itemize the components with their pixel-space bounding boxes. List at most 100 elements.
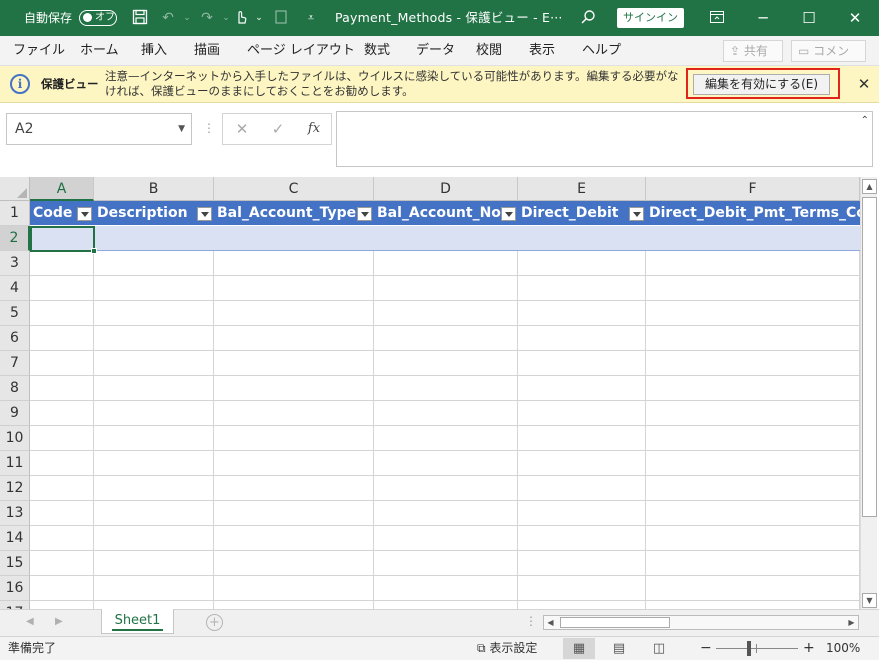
scroll-up-icon[interactable]: ▲ <box>862 179 877 194</box>
grid-cell[interactable] <box>518 351 646 376</box>
grid-cell[interactable] <box>94 426 214 451</box>
row-header-10[interactable]: 10 <box>0 426 30 451</box>
grid-cell[interactable] <box>94 301 214 326</box>
ribbon-display-options-icon[interactable] <box>694 0 740 36</box>
tab-insert[interactable]: 挿入 <box>141 36 167 66</box>
grid-cell[interactable] <box>214 301 374 326</box>
signin-button[interactable]: サインイン <box>617 8 684 28</box>
grid-cell[interactable] <box>518 401 646 426</box>
fill-handle[interactable] <box>91 248 97 254</box>
grid-cell[interactable] <box>646 251 860 276</box>
share-button[interactable]: ⇪ 共有 <box>723 40 783 62</box>
grid-cell[interactable] <box>214 476 374 501</box>
grid-cell[interactable] <box>214 451 374 476</box>
grid-cell[interactable] <box>518 601 646 609</box>
cancel-icon[interactable]: ✕ <box>229 114 255 144</box>
row-header-9[interactable]: 9 <box>0 401 30 426</box>
grid-cell[interactable] <box>374 501 518 526</box>
grid-cell[interactable] <box>646 426 860 451</box>
grid-cell[interactable] <box>30 551 94 576</box>
grid-cell[interactable] <box>646 376 860 401</box>
grid-cell[interactable] <box>94 526 214 551</box>
grid-cell[interactable] <box>30 451 94 476</box>
enter-icon[interactable]: ✓ <box>265 114 291 144</box>
grid-cell[interactable] <box>646 276 860 301</box>
grid-cell[interactable] <box>30 251 94 276</box>
grid-cell[interactable] <box>646 476 860 501</box>
grid-cell[interactable] <box>518 526 646 551</box>
grid-cell[interactable] <box>518 551 646 576</box>
grid-cell[interactable] <box>94 401 214 426</box>
grid-cell[interactable] <box>94 476 214 501</box>
touch-dropdown-icon[interactable]: ⌄ <box>250 9 268 27</box>
grid-cell[interactable] <box>94 451 214 476</box>
form-icon[interactable] <box>272 9 290 27</box>
row-header-7[interactable]: 7 <box>0 351 30 376</box>
zoom-level[interactable]: 100% <box>826 637 860 660</box>
row-header-13[interactable]: 13 <box>0 501 30 526</box>
tab-draw[interactable]: 描画 <box>194 36 220 66</box>
column-header-f[interactable]: F <box>646 177 860 201</box>
grid-cell[interactable] <box>374 426 518 451</box>
grid-cell[interactable] <box>518 251 646 276</box>
grid-cell[interactable] <box>518 301 646 326</box>
grid-cell[interactable] <box>94 501 214 526</box>
worksheet-grid[interactable]: A B C D E F 1 Code Description Bal_Account_Type Ba… <box>0 177 860 609</box>
grid-cell[interactable] <box>374 526 518 551</box>
grid-cell[interactable] <box>374 601 518 609</box>
grid-cell[interactable] <box>30 376 94 401</box>
autosave-toggle[interactable]: オフ <box>79 10 117 26</box>
save-icon[interactable] <box>131 9 149 27</box>
grid-cell[interactable] <box>518 276 646 301</box>
grid-cell[interactable] <box>30 326 94 351</box>
row-header-14[interactable]: 14 <box>0 526 30 551</box>
tab-page-layout[interactable]: ページ レイアウト <box>247 36 355 66</box>
column-header-a[interactable]: A <box>30 177 94 201</box>
tab-formulas[interactable]: 数式 <box>364 36 390 66</box>
scroll-left-icon[interactable]: ◀ <box>544 616 557 629</box>
grid-cell[interactable] <box>94 351 214 376</box>
undo-dropdown-icon[interactable]: ⌄ <box>178 9 196 27</box>
close-window-icon[interactable]: ✕ <box>832 0 878 36</box>
select-all-button[interactable] <box>0 177 30 201</box>
grid-cell[interactable] <box>30 476 94 501</box>
grid-cell[interactable] <box>646 526 860 551</box>
grid-cell[interactable] <box>30 401 94 426</box>
row-header-6[interactable]: 6 <box>0 326 30 351</box>
tab-home[interactable]: ホーム <box>80 36 119 66</box>
grid-cell[interactable] <box>374 276 518 301</box>
chevron-down-icon[interactable]: ▼ <box>178 114 185 144</box>
grid-cell[interactable] <box>646 326 860 351</box>
grid-cell[interactable] <box>374 251 518 276</box>
add-sheet-icon[interactable]: + <box>206 614 223 631</box>
column-header-e[interactable]: E <box>518 177 646 201</box>
grid-cell[interactable] <box>518 226 646 251</box>
grid-cell[interactable] <box>30 426 94 451</box>
grid-cell[interactable] <box>214 551 374 576</box>
grid-cell[interactable] <box>214 326 374 351</box>
grid-cell[interactable] <box>518 326 646 351</box>
tab-file[interactable]: ファイル <box>13 36 65 66</box>
grid-cell[interactable] <box>374 326 518 351</box>
grid-cell[interactable] <box>94 226 214 251</box>
table-header-cell[interactable]: Direct_Debit <box>518 201 646 226</box>
normal-view-icon[interactable]: ▦ <box>563 638 595 659</box>
tab-help[interactable]: ヘルプ <box>582 36 621 66</box>
grid-cell[interactable] <box>518 376 646 401</box>
grid-cell[interactable] <box>94 601 214 609</box>
touch-mode-icon[interactable] <box>232 9 250 27</box>
grid-cell[interactable] <box>518 476 646 501</box>
zoom-in-button[interactable]: + <box>803 637 815 660</box>
row-header-15[interactable]: 15 <box>0 551 30 576</box>
grid-cell[interactable] <box>374 451 518 476</box>
row-header-4[interactable]: 4 <box>0 276 30 301</box>
grid-cell[interactable] <box>518 451 646 476</box>
collapse-formula-icon[interactable]: ⌃ <box>861 115 869 126</box>
horizontal-scrollbar[interactable]: ◀ ▶ <box>543 615 859 630</box>
scroll-thumb[interactable] <box>862 197 877 517</box>
grid-cell[interactable] <box>374 351 518 376</box>
grid-cell[interactable] <box>94 326 214 351</box>
grid-cell[interactable] <box>94 276 214 301</box>
maximize-icon[interactable]: ☐ <box>786 0 832 36</box>
grid-cell[interactable] <box>214 501 374 526</box>
